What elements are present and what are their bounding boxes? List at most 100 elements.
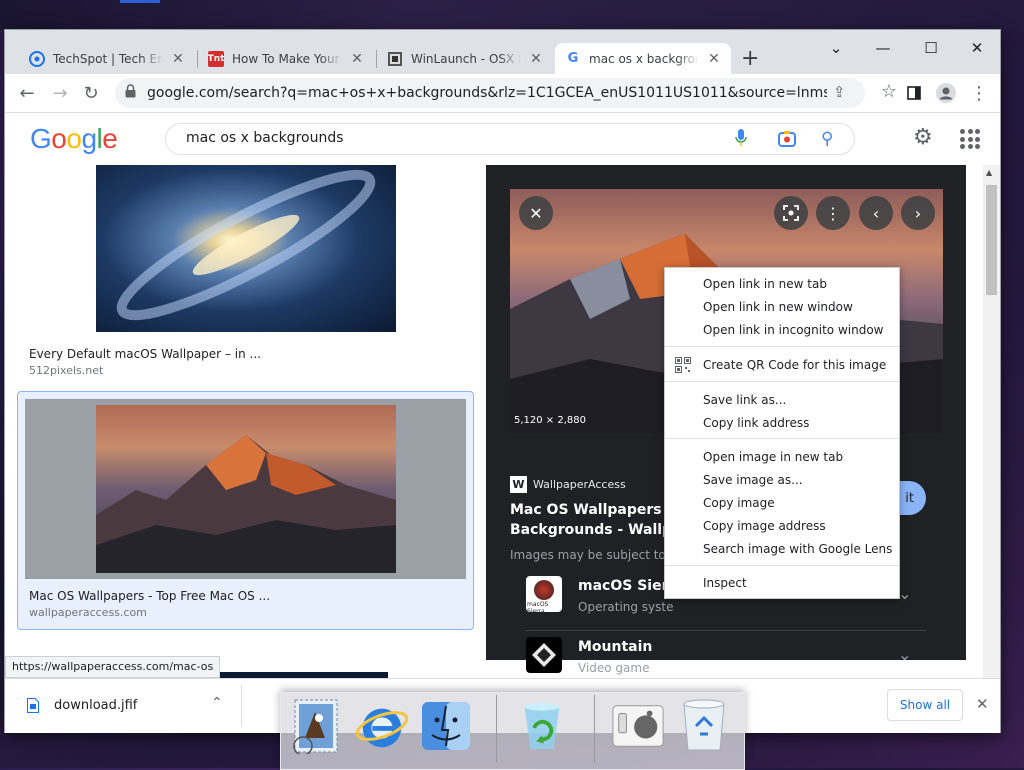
- finder-icon[interactable]: [419, 699, 473, 753]
- dock-separator: [594, 695, 595, 763]
- previous-icon[interactable]: ‹: [859, 196, 893, 230]
- address-bar[interactable]: google.com/search?q=mac+os+x+backgrounds…: [115, 78, 897, 108]
- microphone-icon[interactable]: [735, 129, 747, 146]
- side-panel-icon[interactable]: [900, 79, 928, 107]
- next-icon[interactable]: ›: [901, 196, 935, 230]
- result-caption[interactable]: Every Default macOS Wallpaper – in ...: [29, 347, 261, 361]
- close-tab-icon[interactable]: ✕: [529, 51, 543, 67]
- mail-stamp-icon[interactable]: [289, 699, 343, 754]
- minimize-icon[interactable]: —: [860, 34, 906, 62]
- tab-title: mac os x backgrounds: [589, 51, 699, 66]
- result-caption[interactable]: Mac OS Wallpapers - Top Free Mac OS ...: [29, 589, 270, 603]
- thumb-text: macOS Sierra: [527, 601, 549, 612]
- menu-open-link-new-window[interactable]: Open link in new window: [703, 300, 853, 314]
- profile-avatar-icon[interactable]: [932, 79, 960, 107]
- winlaunch-icon: [387, 51, 403, 67]
- lens-search-icon[interactable]: [774, 196, 808, 230]
- dock-separator: [496, 695, 497, 763]
- menu-save-link-as[interactable]: Save link as...: [703, 393, 786, 407]
- menu-search-google-lens[interactable]: Search image with Google Lens: [703, 542, 892, 556]
- techspot-icon: [29, 50, 45, 67]
- tab-title: TechSpot | Tech Enthu: [53, 51, 163, 66]
- qr-code-icon: [675, 357, 691, 376]
- apple-switch-icon[interactable]: [611, 699, 665, 753]
- menu-save-image-as[interactable]: Save image as...: [703, 473, 803, 487]
- show-all-button[interactable]: Show all: [887, 689, 963, 721]
- maximize-icon[interactable]: ☐: [908, 34, 954, 62]
- galaxy-thumbnail[interactable]: [96, 165, 396, 332]
- menu-open-image-new-tab[interactable]: Open image in new tab: [703, 450, 843, 464]
- menu-divider: [665, 565, 899, 566]
- tab-title: How To Make Your W: [232, 51, 342, 66]
- expand-chevron-icon[interactable]: ⌄: [898, 645, 911, 664]
- desktop-accent: [120, 0, 160, 3]
- close-tab-icon[interactable]: ✕: [707, 51, 721, 67]
- close-downloads-icon[interactable]: ✕: [976, 695, 989, 713]
- desktop-top-strip: [0, 0, 1024, 30]
- google-icon: G: [567, 51, 579, 66]
- close-tab-icon[interactable]: ✕: [350, 51, 364, 67]
- menu-divider: [665, 346, 899, 347]
- download-filename[interactable]: download.jfif: [54, 698, 137, 713]
- wallpaperaccess-icon: W: [510, 476, 527, 493]
- source-site[interactable]: W WallpaperAccess: [510, 476, 626, 493]
- google-header: Google mac os x backgrounds ⚲ ⚙: [5, 113, 1000, 166]
- scroll-up-arrow-icon[interactable]: ▲: [986, 168, 992, 177]
- tab-search-icon[interactable]: ⌄: [813, 34, 859, 62]
- menu-copy-image[interactable]: Copy image: [703, 496, 775, 510]
- copyright-notice: Images may be subject to c: [510, 548, 677, 562]
- menu-divider: [665, 438, 899, 439]
- tab-techspot[interactable]: TechSpot | Tech Enthu ✕: [19, 43, 195, 74]
- tab-tnt[interactable]: Tnt How To Make Your W ✕: [198, 43, 374, 74]
- image-result-selected[interactable]: Mac OS Wallpapers - Top Free Mac OS ... …: [17, 391, 474, 630]
- google-logo[interactable]: Google: [30, 123, 118, 155]
- macos-sierra-thumbnail: macOS Sierra: [526, 576, 562, 612]
- download-options-chevron-icon[interactable]: ⌃: [211, 695, 223, 711]
- google-lens-icon[interactable]: [778, 130, 796, 147]
- menu-create-qr-code[interactable]: Create QR Code for this image: [703, 358, 886, 372]
- download-divider: [241, 685, 242, 727]
- tnt-icon: Tnt: [208, 50, 224, 67]
- scrollbar-thumb[interactable]: [986, 185, 997, 295]
- close-window-icon[interactable]: ✕: [954, 34, 1000, 62]
- tab-winlaunch[interactable]: WinLaunch - OSX Lau ✕: [377, 43, 553, 74]
- close-preview-icon[interactable]: ✕: [519, 196, 553, 230]
- related-subtitle: Operating syste: [578, 600, 674, 614]
- browser-menu-icon[interactable]: ⋮: [965, 79, 993, 107]
- menu-copy-image-address[interactable]: Copy image address: [703, 519, 826, 533]
- expand-chevron-icon[interactable]: ⌄: [898, 584, 911, 603]
- search-query: mac os x backgrounds: [186, 130, 344, 146]
- related-title: Mountain: [578, 639, 653, 655]
- result-source: wallpaperaccess.com: [29, 606, 147, 619]
- context-menu: Open link in new tab Open link in new wi…: [664, 267, 900, 599]
- menu-inspect[interactable]: Inspect: [703, 576, 747, 590]
- bookmark-star-icon[interactable]: ☆: [881, 81, 897, 102]
- back-icon[interactable]: ←: [13, 79, 41, 107]
- search-icon[interactable]: ⚲: [821, 129, 833, 149]
- reload-icon[interactable]: ↻: [77, 79, 105, 107]
- settings-gear-icon[interactable]: ⚙: [913, 125, 933, 150]
- forward-icon[interactable]: →: [46, 79, 74, 107]
- google-apps-icon[interactable]: [960, 129, 980, 149]
- trash-icon[interactable]: [677, 699, 731, 753]
- new-tab-icon[interactable]: +: [741, 46, 759, 71]
- internet-explorer-icon[interactable]: [355, 699, 409, 753]
- menu-open-link-new-tab[interactable]: Open link in new tab: [703, 277, 827, 291]
- menu-copy-link-address[interactable]: Copy link address: [703, 416, 809, 430]
- image-result[interactable]: Every Default macOS Wallpaper – in ...: [23, 165, 468, 365]
- more-options-icon[interactable]: ⋮: [816, 196, 850, 230]
- menu-open-link-incognito[interactable]: Open link in incognito window: [703, 323, 883, 337]
- share-icon[interactable]: ⇪: [833, 83, 846, 101]
- thumbnail-frame: [25, 399, 466, 579]
- result-source: 512pixels.net: [29, 364, 104, 377]
- status-bar-url: https://wallpaperaccess.com/mac-os: [5, 656, 221, 678]
- mountain-thumbnail[interactable]: [96, 405, 396, 573]
- site-name: WallpaperAccess: [533, 478, 626, 491]
- tab-google-search[interactable]: G mac os x backgrounds ✕: [555, 43, 731, 74]
- image-dimensions: 5,120 × 2,880: [514, 415, 586, 426]
- recycle-bin-icon[interactable]: [515, 699, 569, 753]
- mountain-game-thumbnail: [526, 637, 562, 673]
- tab-title: WinLaunch - OSX Lau: [411, 51, 521, 66]
- close-tab-icon[interactable]: ✕: [171, 51, 185, 67]
- search-input[interactable]: mac os x backgrounds: [165, 123, 855, 155]
